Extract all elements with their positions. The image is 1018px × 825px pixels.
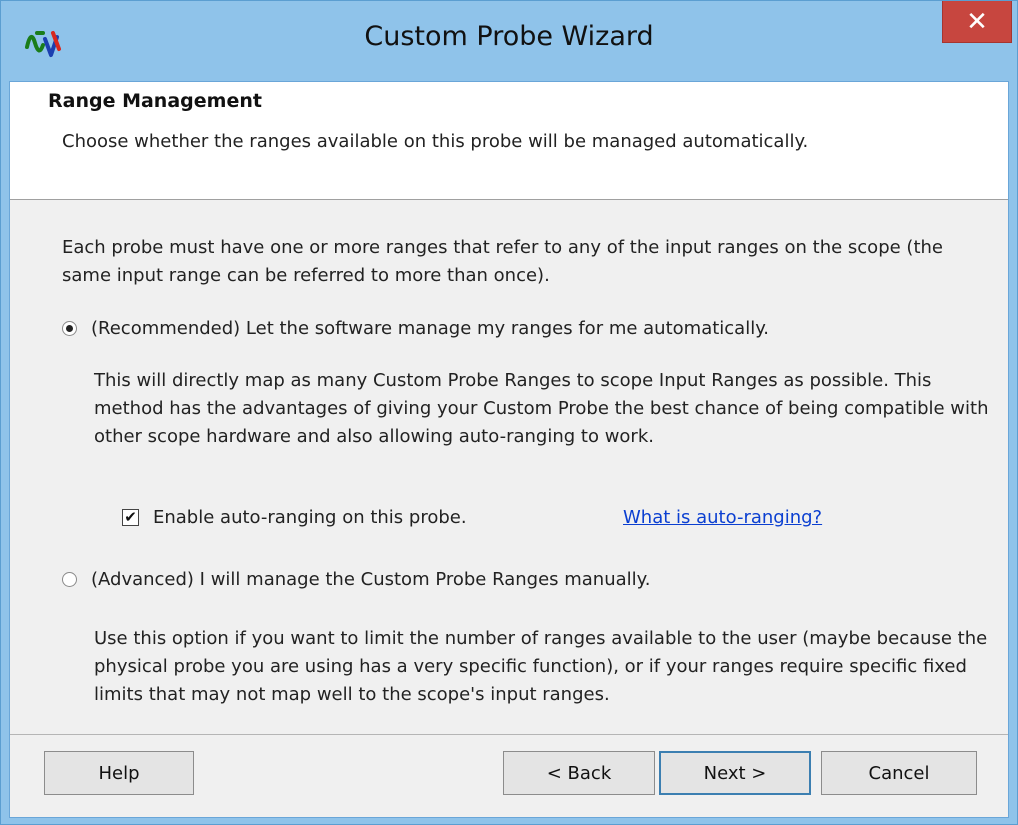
next-button[interactable]: Next > — [659, 751, 811, 795]
help-button[interactable]: Help — [44, 751, 194, 795]
wizard-window: Custom Probe Wizard ✕ Range Management C… — [0, 0, 1018, 825]
option-automatic-description: This will directly map as many Custom Pr… — [94, 370, 989, 447]
title-bar[interactable]: Custom Probe Wizard ✕ — [1, 1, 1017, 81]
wizard-header: Range Management Choose whether the rang… — [10, 82, 1008, 200]
option-automatic-label: (Recommended) Let the software manage my… — [91, 318, 770, 339]
option-automatic[interactable]: (Recommended) Let the software manage my… — [62, 318, 769, 339]
auto-ranging-checkbox[interactable]: ✔ — [122, 509, 139, 526]
option-manual-description: Use this option if you want to limit the… — [94, 628, 988, 705]
option-manual[interactable]: (Advanced) I will manage the Custom Prob… — [62, 569, 650, 590]
page-title: Range Management — [48, 90, 262, 112]
intro-text: Each probe must have one or more ranges … — [62, 237, 943, 286]
auto-ranging-help-link[interactable]: What is auto-ranging? — [623, 507, 822, 528]
wizard-content: Range Management Choose whether the rang… — [9, 81, 1009, 818]
radio-manual[interactable] — [62, 572, 77, 587]
auto-ranging-option[interactable]: ✔ Enable auto-ranging on this probe. — [122, 507, 467, 528]
cancel-button[interactable]: Cancel — [821, 751, 977, 795]
window-title: Custom Probe Wizard — [364, 21, 654, 52]
radio-automatic[interactable] — [62, 321, 77, 336]
back-button[interactable]: < Back — [503, 751, 655, 795]
footer-divider — [10, 734, 1008, 735]
option-manual-label: (Advanced) I will manage the Custom Prob… — [91, 569, 651, 590]
close-button[interactable]: ✕ — [942, 1, 1012, 43]
page-description: Choose whether the ranges available on t… — [62, 131, 809, 152]
auto-ranging-label: Enable auto-ranging on this probe. — [153, 507, 467, 528]
